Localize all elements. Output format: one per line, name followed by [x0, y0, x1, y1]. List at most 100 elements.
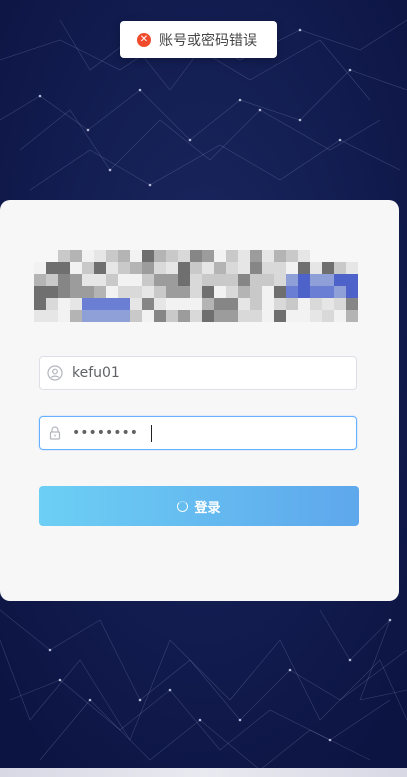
- logo-pixel: [334, 298, 346, 310]
- logo-pixel: [190, 262, 202, 274]
- logo-pixel: [118, 298, 130, 310]
- login-button[interactable]: 登录: [39, 486, 359, 526]
- logo-pixel: [118, 310, 130, 322]
- login-button-label: 登录: [194, 499, 221, 515]
- logo-pixel: [34, 274, 46, 286]
- logo-pixel: [298, 250, 310, 262]
- logo-pixel: [214, 262, 226, 274]
- lock-icon: [40, 417, 70, 449]
- logo-pixel: [274, 262, 286, 274]
- logo-pixel: [46, 250, 58, 262]
- logo-pixel: [166, 262, 178, 274]
- logo-pixel: [106, 274, 118, 286]
- logo-pixel: [286, 262, 298, 274]
- logo-pixel: [202, 310, 214, 322]
- logo-pixel: [58, 310, 70, 322]
- logo-pixel: [286, 286, 298, 298]
- logo-pixel: [106, 262, 118, 274]
- logo-pixel: [46, 298, 58, 310]
- logo-pixel: [106, 298, 118, 310]
- error-toast: ✕ 账号或密码错误: [120, 21, 277, 58]
- logo-pixel: [46, 310, 58, 322]
- logo-pixel: [190, 286, 202, 298]
- loading-spinner-icon: [177, 500, 189, 512]
- logo-pixel: [154, 286, 166, 298]
- error-icon: ✕: [137, 32, 151, 47]
- logo-pixel: [142, 262, 154, 274]
- logo-pixel: [46, 286, 58, 298]
- pixelated-logo: [34, 250, 360, 330]
- username-input[interactable]: [70, 358, 356, 388]
- logo-pixel: [310, 286, 322, 298]
- logo-pixel: [286, 298, 298, 310]
- logo-pixel: [130, 274, 142, 286]
- password-input[interactable]: [70, 418, 356, 448]
- logo-pixel: [70, 250, 82, 262]
- logo-pixel: [130, 286, 142, 298]
- logo-pixel: [106, 250, 118, 262]
- logo-pixel: [58, 286, 70, 298]
- logo-pixel: [322, 286, 334, 298]
- logo-pixel: [286, 274, 298, 286]
- logo-pixel: [310, 310, 322, 322]
- logo-pixel: [310, 250, 322, 262]
- logo-pixel: [322, 262, 334, 274]
- text-caret: [151, 425, 152, 442]
- logo-pixel: [82, 262, 94, 274]
- logo-pixel: [250, 286, 262, 298]
- logo-pixel: [262, 310, 274, 322]
- logo-pixel: [34, 298, 46, 310]
- logo-pixel: [346, 262, 358, 274]
- logo-pixel: [262, 274, 274, 286]
- logo-pixel: [262, 262, 274, 274]
- logo-pixel: [130, 250, 142, 262]
- user-icon: [40, 357, 70, 389]
- logo-pixel: [226, 274, 238, 286]
- logo-pixel: [274, 298, 286, 310]
- logo-pixel: [58, 262, 70, 274]
- logo-pixel: [178, 250, 190, 262]
- logo-pixel: [178, 262, 190, 274]
- logo-pixel: [70, 310, 82, 322]
- logo-pixel: [226, 262, 238, 274]
- logo-pixel: [190, 310, 202, 322]
- logo-pixel: [238, 262, 250, 274]
- logo-pixel: [226, 286, 238, 298]
- logo-pixel: [286, 250, 298, 262]
- logo-pixel: [202, 286, 214, 298]
- logo-pixel: [298, 310, 310, 322]
- logo-pixel: [70, 274, 82, 286]
- logo-pixel: [298, 262, 310, 274]
- logo-pixel: [154, 298, 166, 310]
- logo-pixel: [142, 250, 154, 262]
- logo-pixel: [142, 310, 154, 322]
- logo-pixel: [106, 310, 118, 322]
- logo-pixel: [70, 298, 82, 310]
- username-field[interactable]: [39, 356, 357, 390]
- logo-pixel: [274, 286, 286, 298]
- logo-pixel: [346, 274, 358, 286]
- logo-pixel: [82, 286, 94, 298]
- logo-pixel: [58, 274, 70, 286]
- logo-pixel: [94, 298, 106, 310]
- password-field[interactable]: [39, 416, 357, 450]
- logo-pixel: [178, 298, 190, 310]
- logo-pixel: [250, 298, 262, 310]
- logo-pixel: [286, 310, 298, 322]
- logo-pixel: [238, 310, 250, 322]
- logo-pixel: [166, 298, 178, 310]
- logo-pixel: [82, 250, 94, 262]
- logo-pixel: [142, 298, 154, 310]
- logo-pixel: [94, 286, 106, 298]
- logo-pixel: [322, 250, 334, 262]
- logo-pixel: [154, 310, 166, 322]
- logo-pixel: [166, 310, 178, 322]
- logo-pixel: [298, 286, 310, 298]
- logo-pixel: [274, 274, 286, 286]
- logo-pixel: [226, 310, 238, 322]
- logo-pixel: [202, 250, 214, 262]
- logo-pixel: [298, 274, 310, 286]
- logo-pixel: [70, 286, 82, 298]
- logo-pixel: [310, 274, 322, 286]
- logo-pixel: [82, 310, 94, 322]
